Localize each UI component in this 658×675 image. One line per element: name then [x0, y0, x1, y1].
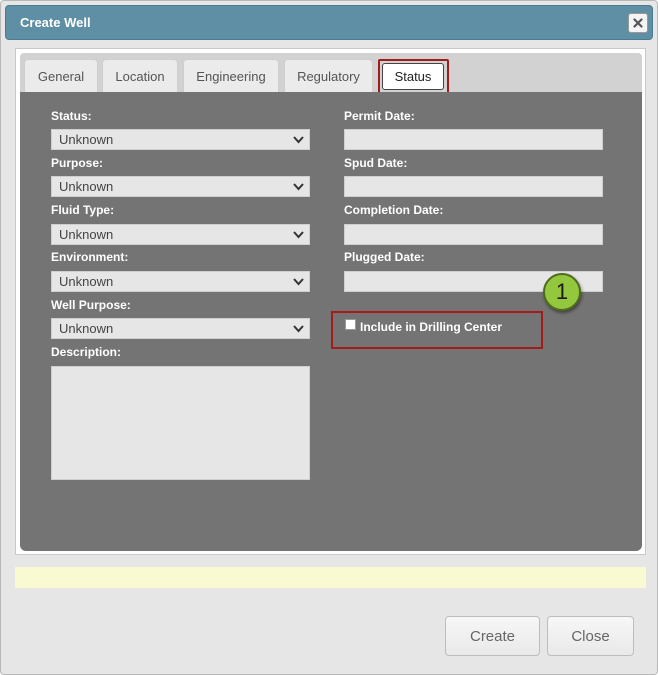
completion-date-input[interactable] — [344, 224, 603, 245]
well-purpose-label: Well Purpose: — [51, 298, 131, 312]
fluid-type-label: Fluid Type: — [51, 203, 115, 217]
well-purpose-select[interactable]: Unknown — [51, 318, 310, 339]
purpose-select[interactable]: Unknown — [51, 176, 310, 197]
spud-date-label: Spud Date: — [344, 156, 408, 170]
tab-location[interactable]: Location — [102, 59, 178, 93]
environment-select-value: Unknown — [59, 274, 114, 289]
fluid-type-select[interactable]: Unknown — [51, 224, 310, 245]
chevron-down-icon — [293, 231, 304, 239]
spud-date-input[interactable] — [344, 176, 603, 197]
permit-date-input[interactable] — [344, 129, 603, 150]
drilling-center-checkbox[interactable] — [345, 319, 356, 330]
environment-select[interactable]: Unknown — [51, 271, 310, 292]
close-icon[interactable] — [628, 13, 648, 33]
close-button[interactable]: Close — [547, 616, 634, 656]
drilling-center-label[interactable]: Include in Drilling Center — [360, 320, 502, 334]
callout-badge: 1 — [543, 273, 581, 311]
purpose-select-value: Unknown — [59, 179, 114, 194]
dialog-titlebar[interactable]: Create Well — [5, 5, 653, 40]
tab-regulatory[interactable]: Regulatory — [284, 59, 373, 93]
fluid-type-select-value: Unknown — [59, 227, 114, 242]
tab-engineering[interactable]: Engineering — [183, 59, 279, 93]
chevron-down-icon — [293, 325, 304, 333]
environment-label: Environment: — [51, 250, 129, 264]
create-well-dialog: Create Well General Location Engineering… — [0, 0, 658, 675]
tab-strip: General Location Engineering Regulatory … — [20, 53, 642, 96]
status-label: Status: — [51, 109, 92, 123]
purpose-label: Purpose: — [51, 156, 104, 170]
message-bar — [15, 567, 646, 588]
well-purpose-select-value: Unknown — [59, 321, 114, 336]
permit-date-label: Permit Date: — [344, 109, 415, 123]
completion-date-label: Completion Date: — [344, 203, 444, 217]
dialog-title: Create Well — [20, 15, 91, 30]
callout-number: 1 — [555, 279, 569, 304]
status-select-value: Unknown — [59, 132, 114, 147]
status-tab-content: Status: Unknown Purpose: Unknown Fluid T… — [20, 92, 642, 551]
tab-general[interactable]: General — [24, 59, 98, 93]
description-textarea[interactable] — [51, 366, 310, 480]
chevron-down-icon — [293, 136, 304, 144]
description-label: Description: — [51, 345, 122, 359]
status-select[interactable]: Unknown — [51, 129, 310, 150]
create-button[interactable]: Create — [445, 616, 540, 656]
chevron-down-icon — [293, 183, 304, 191]
plugged-date-label: Plugged Date: — [344, 250, 425, 264]
dialog-panel: General Location Engineering Regulatory … — [15, 48, 646, 555]
chevron-down-icon — [293, 278, 304, 286]
tab-status-highlight — [378, 59, 449, 96]
